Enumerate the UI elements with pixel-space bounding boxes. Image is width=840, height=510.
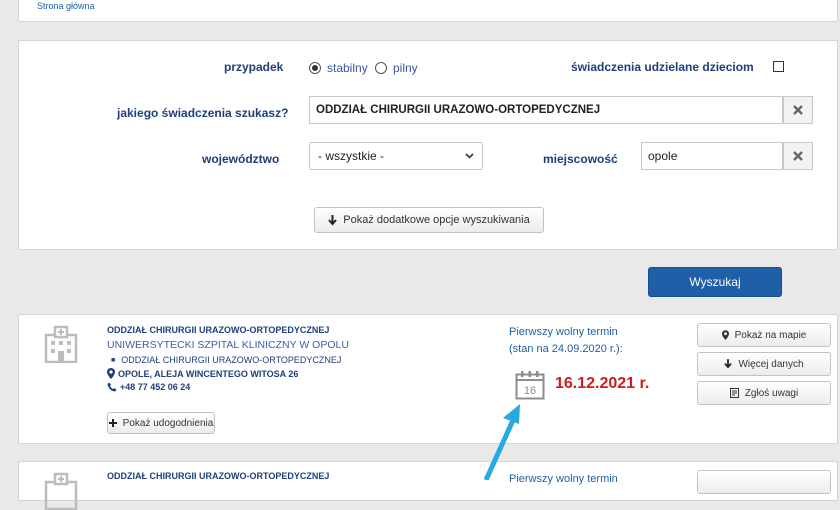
calendar-icon: 16 [515,371,545,400]
result-address: OPOLE, ALEJA WINCENTEGO WITOSA 26 [107,368,298,379]
search-form: przypadek stabilny pilny świadczenia udz… [18,40,838,250]
state-date-label: (stan na 24.09.2020 r.): [509,343,623,355]
result-department[interactable]: ODDZIAŁ CHIRURGII URAZOWO-ORTOPEDYCZNEJ [107,325,329,335]
show-on-map-button[interactable]: Pokaż na mapie [697,323,831,347]
map-marker-icon [721,330,729,340]
bullet-icon: ■ [111,356,116,364]
search-button[interactable]: Wyszukaj [648,267,782,297]
children-label: świadczenia udzielane dzieciom [571,60,754,74]
result-address-text: OPOLE, ALEJA WINCENTEGO WITOSA 26 [118,368,299,379]
voivodeship-selected-value: - wszystkie - [318,149,384,163]
report-button[interactable]: Zgłoś uwagi [697,381,831,405]
first-term-label: Pierwszy wolny termin [509,326,618,338]
service-clear-button[interactable] [783,96,813,124]
map-marker-icon [107,368,115,379]
result-provider: UNIWERSYTECKI SZPITAL KLINICZNY W OPOLU [107,339,349,351]
case-label: przypadek [224,60,284,74]
city-clear-button[interactable] [783,142,813,170]
voivodeship-label: województwo [202,152,280,166]
radio-urgent[interactable] [375,62,387,74]
hospital-icon [44,325,78,363]
result-phone-text: +48 77 452 06 24 [120,382,191,392]
result-card: ODDZIAŁ CHIRURGII URAZOWO-ORTOPEDYCZNEJ … [18,314,838,444]
result-unit-text: ODDZIAŁ CHIRURGII URAZOWO-ORTOPEDYCZNEJ [121,355,342,365]
close-icon [793,151,803,161]
chevron-down-icon [465,153,474,159]
voivodeship-select[interactable]: - wszystkie - [309,142,483,170]
close-icon [793,105,803,115]
result-unit: ■ ODDZIAŁ CHIRURGII URAZOWO-ORTOPEDYCZNE… [111,355,341,365]
case-option-stable-label: stabilny [327,61,368,75]
breadcrumb-home-link[interactable]: Strona główna [37,1,95,11]
annotation-arrow-icon [483,404,520,480]
result-phone: +48 77 452 06 24 [107,382,190,392]
children-checkbox[interactable] [773,61,784,72]
more-options-label: Pokaż dodatkowe opcje wyszukiwania [343,214,530,226]
radio-stable[interactable] [309,62,321,74]
breadcrumb-bar: Strona główna [18,0,838,22]
arrow-down-icon [328,214,338,226]
first-term-date: 16.12.2021 r. [555,375,650,392]
case-option-urgent[interactable]: pilny [375,61,418,75]
more-data-button[interactable]: Więcej danych [697,352,831,376]
arrow-down-icon [724,359,733,369]
plus-icon [108,419,117,427]
service-label: jakiego świadczenia szukasz? [117,106,289,120]
phone-icon [107,382,117,392]
more-data-label: Więcej danych [738,358,804,370]
service-input[interactable]: ODDZIAŁ CHIRURGII URAZOWO-ORTOPEDYCZNEJ [309,96,783,124]
show-on-map-label: Pokaż na mapie [734,329,807,341]
more-options-button[interactable]: Pokaż dodatkowe opcje wyszukiwania [314,207,544,233]
facilities-button[interactable]: Pokaż udogodnienia [107,412,215,434]
case-option-urgent-label: pilny [393,61,418,75]
case-option-stable[interactable]: stabilny [309,61,368,75]
city-label: miejscowość [543,152,618,166]
edit-icon [729,388,739,398]
calendar-day: 16 [524,385,536,397]
result-card: ODDZIAŁ CHIRURGII URAZOWO-ORTOPEDYCZNEJ … [18,461,838,510]
show-on-map-button[interactable] [697,470,831,494]
report-label: Zgłoś uwagi [744,387,799,399]
city-input[interactable]: opole [641,142,783,170]
facilities-label: Pokaż udogodnienia [122,417,214,429]
hospital-icon [44,472,78,510]
